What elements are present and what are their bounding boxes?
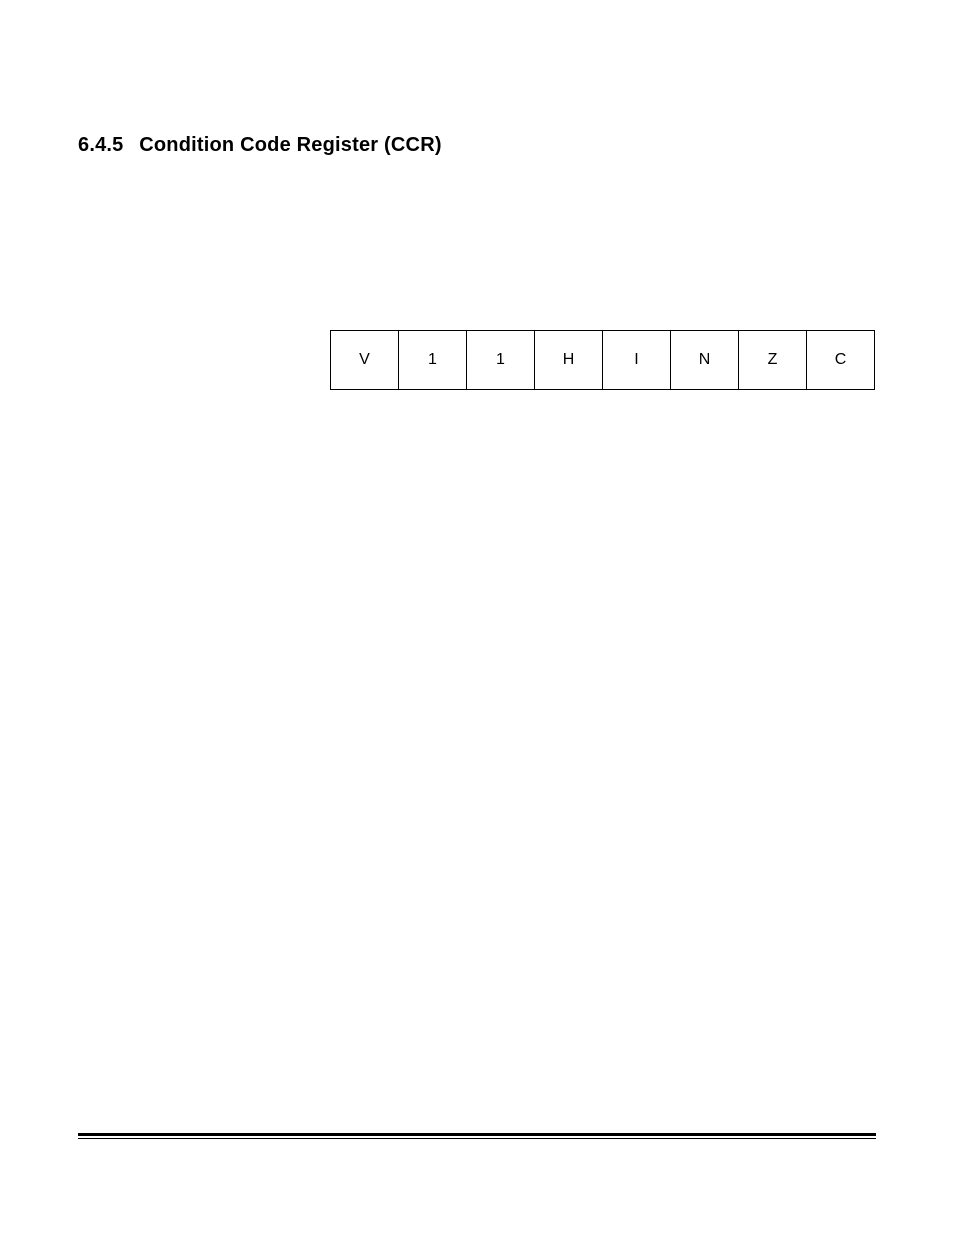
footer-rule-thick: [78, 1133, 876, 1136]
section-number: 6.4.5: [78, 134, 123, 156]
bit-cell: C: [807, 331, 875, 390]
bit-cell: I: [603, 331, 671, 390]
document-page: 6.4.5 Condition Code Register (CCR) V 1 …: [0, 0, 954, 1235]
bit-cell: 1: [467, 331, 535, 390]
bit-cell: Z: [739, 331, 807, 390]
register-row: V 1 1 H I N Z C: [331, 331, 875, 390]
bit-cell: H: [535, 331, 603, 390]
section-title: Condition Code Register (CCR): [139, 134, 441, 156]
footer-rules: [78, 1133, 876, 1139]
bit-cell: V: [331, 331, 399, 390]
bit-cell: 1: [399, 331, 467, 390]
bit-cell: N: [671, 331, 739, 390]
section-heading: 6.4.5 Condition Code Register (CCR): [78, 134, 442, 157]
ccr-register-diagram: V 1 1 H I N Z C: [330, 330, 875, 390]
footer-rule-thin: [78, 1138, 876, 1139]
